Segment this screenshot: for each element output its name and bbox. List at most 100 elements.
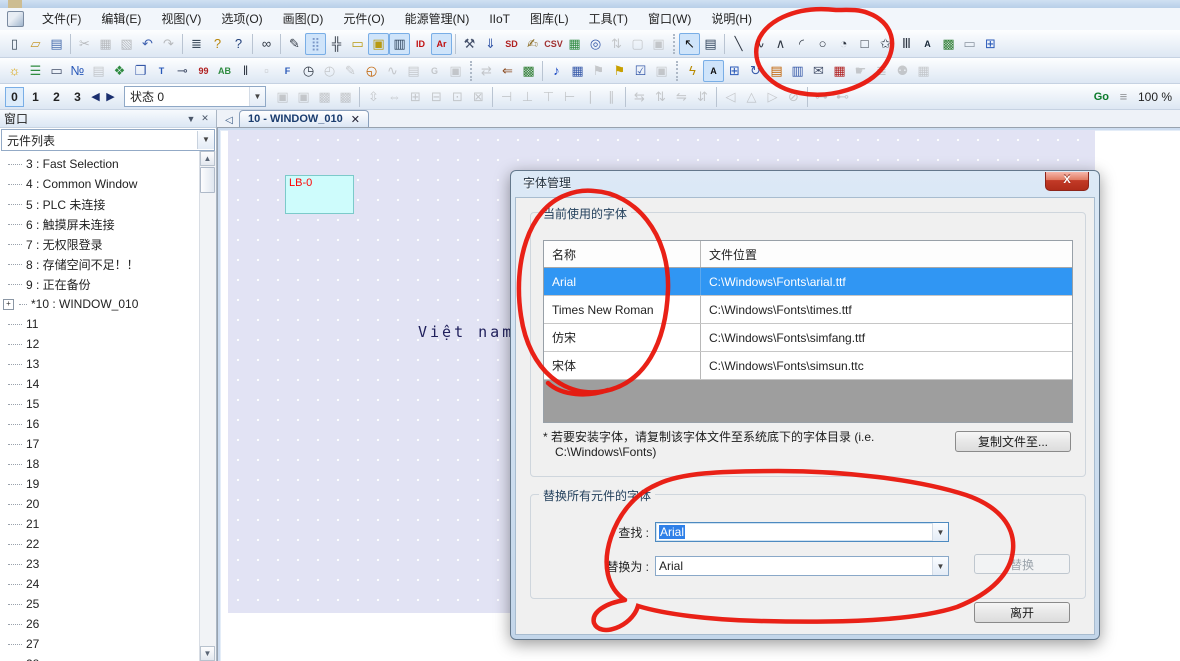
column-header-name[interactable]: 名称: [544, 241, 701, 267]
menu-item-2[interactable]: 视图(V): [151, 9, 211, 29]
layer-icon[interactable]: ≡: [1113, 86, 1134, 108]
window-list-item-20[interactable]: 20: [0, 494, 200, 514]
window-list-item-9[interactable]: 9 : 正在备份: [0, 274, 200, 294]
state-next-icon[interactable]: ▶: [103, 90, 118, 103]
panel-collapse-icon[interactable]: ▼: [184, 114, 198, 124]
window-overlap-icon[interactable]: ▣: [368, 33, 389, 55]
address-tags-icon[interactable]: ⚑: [609, 60, 630, 82]
window-list-item-28[interactable]: 28: [0, 654, 200, 661]
recipe-icon[interactable]: ↻: [745, 60, 766, 82]
window-list-item-23[interactable]: 23: [0, 554, 200, 574]
font-table-row-3[interactable]: 宋体C:\Windows\Fonts\simsun.ttc: [544, 352, 1072, 380]
text-field-icon[interactable]: T: [151, 60, 172, 82]
id-display-icon[interactable]: ID: [410, 33, 431, 55]
sound-icon[interactable]: ♪: [546, 60, 567, 82]
set-bit-icon[interactable]: ▭: [46, 60, 67, 82]
font-table-row-2[interactable]: 仿宋C:\Windows\Fonts\simfang.ttf: [544, 324, 1072, 352]
rect-icon[interactable]: □: [854, 33, 875, 55]
exit-button[interactable]: 离开: [974, 602, 1070, 623]
bit-lamp-icon[interactable]: ☼: [4, 60, 25, 82]
line-icon[interactable]: ╲: [728, 33, 749, 55]
panel-close-icon[interactable]: ✕: [198, 113, 212, 124]
chevron-down-icon[interactable]: ▼: [249, 87, 265, 106]
window-list-item-26[interactable]: 26: [0, 614, 200, 634]
menu-item-3[interactable]: 选项(O): [211, 9, 272, 29]
menu-item-9[interactable]: 工具(T): [579, 9, 638, 29]
window-list-item-25[interactable]: 25: [0, 594, 200, 614]
set-word-icon[interactable]: №: [67, 60, 88, 82]
arc-icon[interactable]: ◜: [791, 33, 812, 55]
ar-display-icon[interactable]: Ar: [431, 33, 452, 55]
window-list-item-6[interactable]: 6 : 触摸屏未连接: [0, 214, 200, 234]
numeric-display-icon[interactable]: 99: [193, 60, 214, 82]
grid-icon[interactable]: ⣿: [305, 33, 326, 55]
scale-icon[interactable]: Ⅲ: [896, 33, 917, 55]
string-table-icon[interactable]: ⊞: [724, 60, 745, 82]
find-font-combo[interactable]: Arial ▼: [655, 522, 949, 542]
select-arrow-icon[interactable]: ↖: [679, 33, 700, 55]
chevron-down-icon[interactable]: ▼: [932, 523, 948, 541]
dialog-close-button[interactable]: X: [1045, 172, 1089, 191]
scheduler-icon[interactable]: ▤: [766, 60, 787, 82]
window-list-item-24[interactable]: 24: [0, 574, 200, 594]
comment-icon[interactable]: ▥: [389, 33, 410, 55]
grid-table-icon[interactable]: ⊞: [980, 33, 1001, 55]
menu-item-5[interactable]: 元件(O): [333, 9, 394, 29]
sign-icon[interactable]: ✍: [522, 33, 543, 55]
sd-download-icon[interactable]: SD: [501, 33, 522, 55]
window-list-item-12[interactable]: 12: [0, 334, 200, 354]
new-file-icon[interactable]: ▯: [4, 33, 25, 55]
menu-item-1[interactable]: 编辑(E): [91, 9, 151, 29]
state-select-combo[interactable]: 状态 0 ▼: [124, 86, 266, 107]
state-1-button[interactable]: 1: [26, 87, 45, 107]
column-header-path[interactable]: 文件位置: [701, 241, 1072, 267]
function-library-icon[interactable]: ❖: [109, 60, 130, 82]
csv-icon[interactable]: CSV: [543, 33, 564, 55]
tab-close-icon[interactable]: ✕: [351, 113, 360, 126]
macro-icon[interactable]: ϟ: [682, 60, 703, 82]
window-list-item-21[interactable]: 21: [0, 514, 200, 534]
chevron-down-icon[interactable]: ▼: [932, 557, 948, 575]
monitor-icon[interactable]: ◎: [585, 33, 606, 55]
window-list-item-27[interactable]: 27: [0, 634, 200, 654]
font-manager-icon[interactable]: A: [703, 60, 724, 82]
context-help-icon[interactable]: ?: [228, 33, 249, 55]
import-library-icon[interactable]: ⇐: [497, 60, 518, 82]
label-element-lb0[interactable]: LB-0: [285, 175, 354, 214]
replace-font-combo[interactable]: Arial ▼: [655, 556, 949, 576]
print-icon[interactable]: ≣: [186, 33, 207, 55]
window-list-item-19[interactable]: 19: [0, 474, 200, 494]
calendar-icon[interactable]: ▦: [829, 60, 850, 82]
menu-item-4[interactable]: 画图(D): [273, 9, 334, 29]
window-list-item-18[interactable]: 18: [0, 454, 200, 474]
free-plate-icon[interactable]: ▭: [959, 33, 980, 55]
menu-item-10[interactable]: 窗口(W): [638, 9, 701, 29]
menu-item-11[interactable]: 说明(H): [701, 9, 762, 29]
font-table-row-1[interactable]: Times New RomanC:\Windows\Fonts\times.tt…: [544, 296, 1072, 324]
help-icon[interactable]: ?: [207, 33, 228, 55]
window-list-item-4[interactable]: 4 : Common Window: [0, 174, 200, 194]
toggle-switch-icon[interactable]: ⊸: [172, 60, 193, 82]
recipe-view-icon[interactable]: ▥: [787, 60, 808, 82]
scroll-up-icon[interactable]: ▲: [200, 151, 215, 166]
snap-icon[interactable]: ╬: [326, 33, 347, 55]
barcode-icon[interactable]: ‖: [235, 60, 256, 82]
test-pen-icon[interactable]: ✎: [284, 33, 305, 55]
window-list-item-11[interactable]: 11: [0, 314, 200, 334]
undo-icon[interactable]: ↶: [137, 33, 158, 55]
menu-item-8[interactable]: 图库(L): [520, 9, 579, 29]
window-list-item-15[interactable]: 15: [0, 394, 200, 414]
ascii-display-icon[interactable]: AB: [214, 60, 235, 82]
copy-file-to-button[interactable]: 复制文件至...: [955, 431, 1071, 452]
state-prev-icon[interactable]: ◀: [88, 90, 103, 103]
menu-item-7[interactable]: IIoT: [479, 9, 520, 29]
polygon-icon[interactable]: ✩: [875, 33, 896, 55]
scroll-down-icon[interactable]: ▼: [200, 646, 215, 661]
window-list-item-16[interactable]: 16: [0, 414, 200, 434]
menu-item-0[interactable]: 文件(F): [32, 9, 91, 29]
expand-icon[interactable]: +: [3, 299, 14, 310]
state-2-button[interactable]: 2: [47, 87, 66, 107]
open-file-icon[interactable]: ▱: [25, 33, 46, 55]
save-icon[interactable]: ▤: [46, 33, 67, 55]
tab-window-010[interactable]: 10 - WINDOW_010 ✕: [239, 110, 369, 127]
